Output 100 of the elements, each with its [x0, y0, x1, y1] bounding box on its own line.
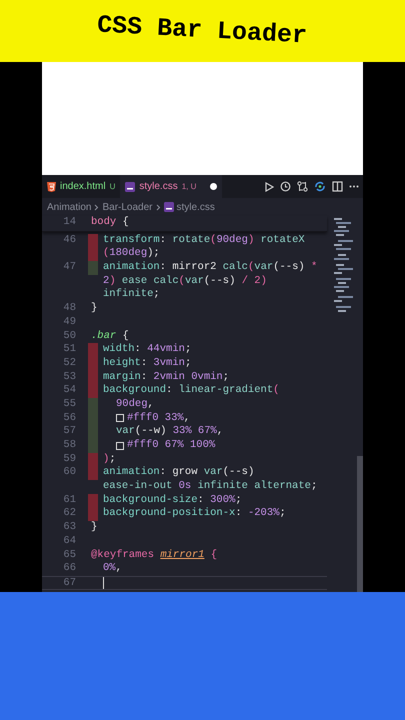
code-token: , — [116, 562, 122, 576]
code-token: : — [160, 261, 168, 275]
code-token: : — [140, 370, 148, 384]
line-number: 58 — [63, 439, 76, 451]
code-token: ( — [178, 274, 185, 288]
code-token: ease-in-out — [103, 480, 174, 494]
code-token: linear-gradient — [178, 384, 274, 398]
tab-status-label: 1, U — [182, 180, 196, 192]
code-token: calc — [222, 261, 248, 275]
code-token: animation — [103, 261, 160, 275]
line-number: 67 — [63, 576, 76, 589]
css-file-icon — [164, 202, 174, 212]
code-token: grow — [172, 466, 198, 480]
code-token: #fff0 33% — [127, 412, 184, 425]
code-token: { — [210, 548, 218, 562]
code-token: infinite — [103, 288, 154, 302]
code-token: : — [160, 234, 168, 248]
code-token: -203% — [248, 507, 280, 522]
tab-status-label: U — [110, 180, 116, 192]
code-token: ; — [109, 452, 116, 466]
code-token: var — [204, 466, 223, 480]
code-token: 90deg — [116, 398, 148, 412]
code-token: width — [103, 343, 135, 357]
breadcrumb-item[interactable]: Bar-Loader — [102, 200, 152, 214]
code-token: ; — [310, 480, 318, 494]
code-token: background-size — [103, 494, 198, 507]
code-token: 0s — [178, 480, 192, 494]
scrollbar-thumb[interactable] — [357, 456, 363, 592]
code-token: (--s) — [204, 274, 236, 288]
more-icon[interactable] — [349, 185, 359, 188]
code-token: (--s) — [273, 261, 306, 275]
code-token: { — [122, 330, 129, 343]
code-token: calc — [153, 274, 179, 288]
compare-changes-icon[interactable] — [297, 181, 308, 192]
code-token: / 2 — [242, 274, 261, 288]
code-token: ; — [235, 494, 242, 508]
code-token: : — [160, 466, 168, 480]
banner-title: CSS Bar Loader — [96, 10, 308, 53]
editor-tab[interactable]: style.css 1, U — [120, 175, 222, 198]
line-number: 61 — [63, 494, 76, 506]
line-number: 60 — [63, 466, 76, 478]
line-number: 53 — [63, 370, 76, 383]
css-file-icon — [125, 182, 136, 192]
sync-icon[interactable] — [314, 181, 326, 192]
code-token: , — [184, 412, 190, 426]
line-number: 54 — [63, 384, 76, 396]
code-token: 0% — [103, 562, 116, 576]
code-token: transform — [103, 234, 160, 247]
breadcrumb-item[interactable]: style.css — [176, 200, 215, 214]
line-number: 47 — [63, 261, 76, 274]
code-token: } — [91, 302, 98, 316]
code-token: ; — [184, 343, 192, 357]
code-token: ( — [273, 384, 280, 398]
code-token: ; — [279, 507, 286, 522]
code-token: (--s) — [222, 466, 254, 480]
code-token: 33% 67% — [172, 425, 217, 440]
code-token: background-position-x — [103, 507, 236, 522]
color-swatch-icon[interactable] — [116, 442, 124, 450]
code-token: , — [148, 398, 154, 412]
code-token: background — [103, 384, 166, 398]
history-icon[interactable] — [280, 181, 291, 192]
code-token: ( — [103, 247, 110, 261]
code-token: 3vmin — [153, 356, 185, 371]
play-icon[interactable] — [265, 182, 274, 192]
color-swatch-icon[interactable] — [116, 414, 124, 422]
code-token: height — [103, 356, 141, 371]
line-number: 56 — [63, 412, 76, 424]
split-editor-icon[interactable] — [332, 181, 343, 192]
code-token: : — [134, 343, 142, 357]
chevron-icon — [94, 204, 100, 210]
code-token: ease — [122, 274, 148, 288]
code-token: #fff0 67% 100% — [127, 439, 216, 453]
code-token: rotateX — [260, 234, 305, 248]
line-number: 49 — [63, 316, 76, 328]
code-token: mirror1 — [160, 548, 204, 562]
line-number: 14 — [63, 216, 76, 228]
code-token: : — [198, 494, 205, 507]
line-number: 64 — [63, 534, 76, 547]
code-token: infinite alternate — [198, 480, 311, 494]
code-token: var — [116, 425, 135, 439]
code-token: { — [122, 216, 129, 230]
code-token: @keyframes — [91, 548, 156, 562]
code-token: ) — [248, 234, 256, 248]
code-token: 90deg — [216, 234, 248, 248]
code-token: 2vmin 0vmin — [153, 370, 223, 384]
code-token: : — [235, 507, 243, 522]
code-token: mirror2 — [172, 261, 218, 275]
code-token: var — [184, 274, 204, 288]
line-number: 62 — [63, 507, 76, 520]
code-token: * — [311, 261, 318, 275]
line-number: 57 — [63, 425, 76, 438]
code-token: var — [254, 261, 274, 275]
code-token: ) — [103, 452, 110, 466]
line-number: 59 — [63, 452, 76, 465]
breadcrumb-item[interactable]: Animation — [47, 200, 92, 214]
code-token: 180deg — [109, 247, 148, 261]
line-number: 50 — [63, 330, 76, 342]
code-token: : — [166, 384, 174, 398]
line-number: 46 — [63, 234, 76, 246]
code-token: ) — [109, 274, 117, 288]
